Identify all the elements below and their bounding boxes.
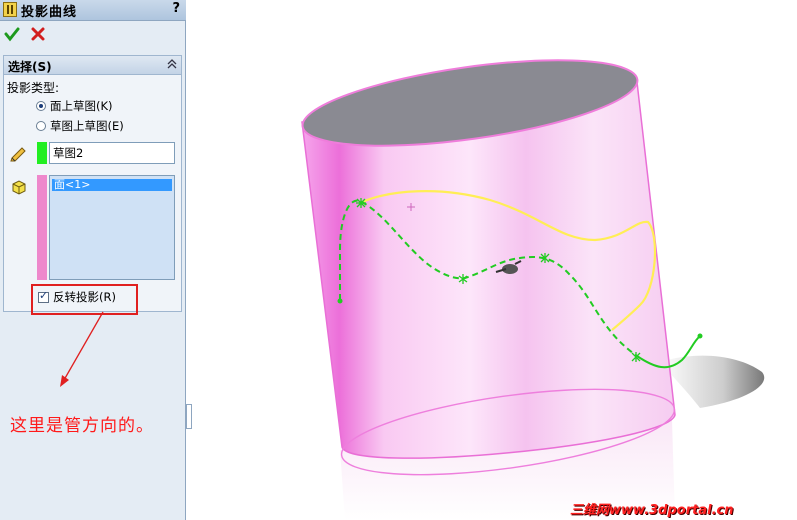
radio-label: 草图上草图(E) xyxy=(50,119,124,133)
ok-check-button[interactable] xyxy=(4,26,20,42)
selection-group-title: 选择(S) xyxy=(8,60,52,74)
projection-type-label: 投影类型: xyxy=(7,81,60,95)
face-selection-list[interactable]: 面<1> xyxy=(49,175,175,280)
sketch-pencil-icon xyxy=(10,147,26,162)
sketch-selection-field[interactable]: 草图2 xyxy=(49,142,175,164)
radio-sketch-on-face[interactable]: 面上草图(K) xyxy=(36,98,113,114)
panel-title: 投影曲线 xyxy=(21,5,78,20)
radio-indicator[interactable] xyxy=(36,101,46,111)
annotation-note: 这里是管方向的。 xyxy=(10,416,154,436)
property-manager-panel: 投影曲线 ? 选择(S) 投影类型: 面上草图(K) 草图上草图(E) 草图2 xyxy=(0,0,186,520)
watermark-text: 三维网www.3dportal.cn xyxy=(570,503,734,518)
face-cube-icon xyxy=(12,180,26,195)
radio-indicator[interactable] xyxy=(36,121,46,131)
collapse-chevron-icon[interactable] xyxy=(166,58,178,70)
radio-sketch-on-sketch[interactable]: 草图上草图(E) xyxy=(36,118,124,134)
curve-endpoint[interactable] xyxy=(697,333,703,339)
curve-endpoint[interactable] xyxy=(337,298,343,304)
panel-splitter-handle[interactable] xyxy=(186,404,192,429)
face-color-swatch xyxy=(37,175,47,280)
selection-group: 选择(S) 投影类型: 面上草图(K) 草图上草图(E) 草图2 面<1> ✓ … xyxy=(3,55,182,312)
panel-title-bar: 投影曲线 ? xyxy=(0,0,186,21)
sketch-color-swatch xyxy=(37,142,47,164)
projected-curve-icon xyxy=(3,2,17,17)
list-item[interactable]: 面<1> xyxy=(52,179,172,191)
radio-label: 面上草图(K) xyxy=(50,99,113,113)
help-button[interactable]: ? xyxy=(172,1,180,16)
selection-group-header[interactable]: 选择(S) xyxy=(4,56,181,75)
cancel-x-button[interactable] xyxy=(30,26,46,42)
highlight-box xyxy=(31,284,138,315)
